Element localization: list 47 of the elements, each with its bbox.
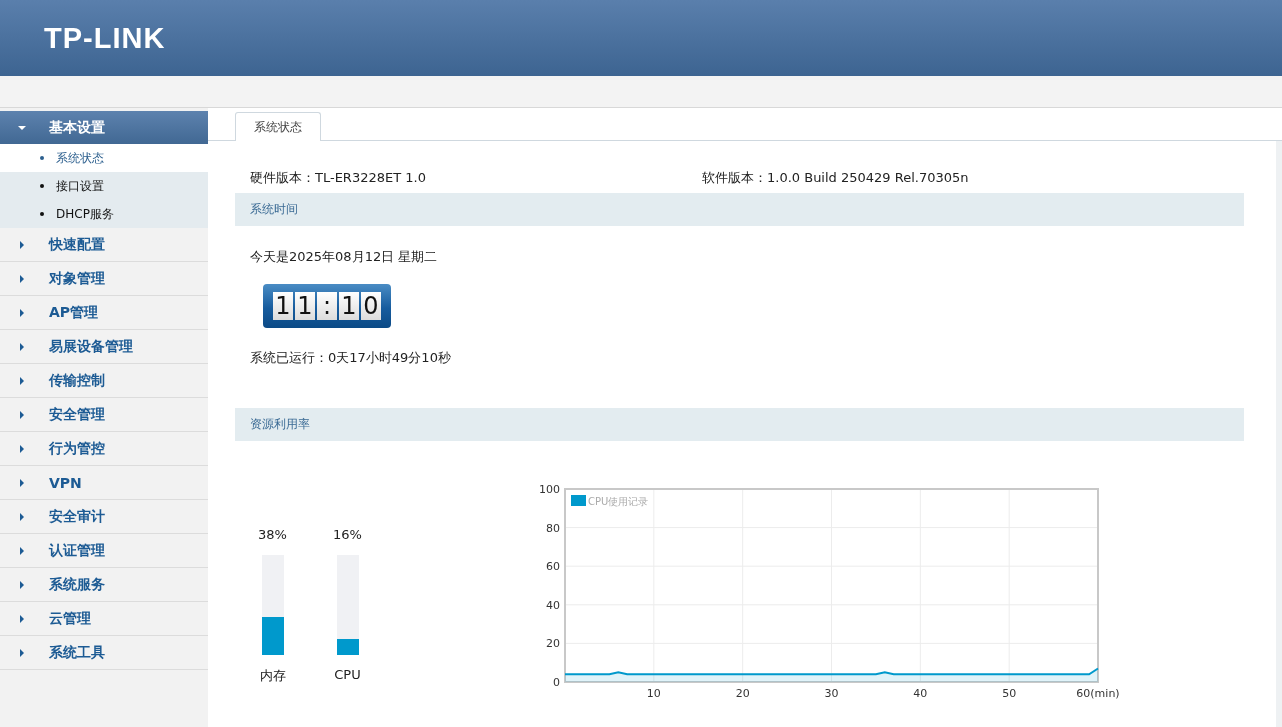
y-tick-label: 40 — [546, 598, 560, 612]
y-tick-label: 0 — [553, 676, 560, 689]
clock-digit: 1 — [273, 292, 293, 320]
x-tick-label: 10 — [646, 687, 661, 700]
caret-right-icon — [17, 307, 27, 318]
caret-right-icon — [17, 511, 27, 522]
x-tick-label: 20 — [735, 687, 750, 700]
usage-percent: 16% — [333, 527, 362, 544]
legend-label: CPU使用记录 — [588, 496, 649, 507]
logo: TP-LINK — [44, 21, 166, 55]
date-text: 今天是2025年08月12日 星期二 — [249, 248, 439, 266]
sidebar-item[interactable]: DHCP服务 — [0, 200, 208, 228]
caret-right-icon — [17, 409, 27, 420]
sidebar-group[interactable]: 基本设置 — [0, 111, 208, 144]
meter-label: 内存 — [259, 667, 286, 685]
caret-right-icon — [17, 443, 27, 454]
sidebar-item[interactable]: 接口设置 — [0, 172, 208, 200]
section-header: 资源利用率 — [235, 408, 1244, 441]
software-version: 软件版本：1.0.0 Build 250429 Rel.70305n — [702, 169, 969, 187]
caret-right-icon — [17, 375, 27, 386]
y-tick-label: 100 — [539, 483, 560, 496]
tab[interactable]: 系统状态 — [235, 112, 321, 141]
meter-label: CPU — [334, 667, 361, 682]
uptime-text: 系统已运行：0天17小时49分10秒 — [249, 349, 452, 367]
caret-right-icon — [17, 647, 27, 658]
sidebar-item[interactable]: 系统状态 — [0, 144, 208, 172]
y-tick-label: 80 — [546, 521, 560, 535]
x-tick-label: 60(min) — [1076, 687, 1120, 700]
caret-right-icon — [17, 341, 27, 352]
caret-right-icon — [17, 273, 27, 284]
caret-right-icon — [17, 545, 27, 556]
x-tick-label: 40 — [913, 687, 928, 700]
section-header: 系统时间 — [235, 193, 1244, 226]
caret-right-icon — [17, 239, 27, 250]
clock-digit: 1 — [295, 292, 315, 320]
x-tick-label: 30 — [824, 687, 839, 700]
caret-right-icon — [17, 579, 27, 590]
x-tick-label: 50 — [1002, 687, 1017, 700]
caret-right-icon — [17, 477, 27, 488]
y-tick-label: 20 — [546, 637, 560, 651]
usage-percent: 38% — [258, 527, 287, 544]
hardware-version: 硬件版本：TL-ER3228ET 1.0 — [250, 169, 427, 187]
clock-digit: 1 — [339, 292, 359, 320]
clock-digit: 0 — [361, 292, 381, 320]
y-tick-label: 60 — [546, 560, 560, 574]
clock-digit: : — [317, 292, 337, 320]
caret-right-icon — [17, 613, 27, 624]
